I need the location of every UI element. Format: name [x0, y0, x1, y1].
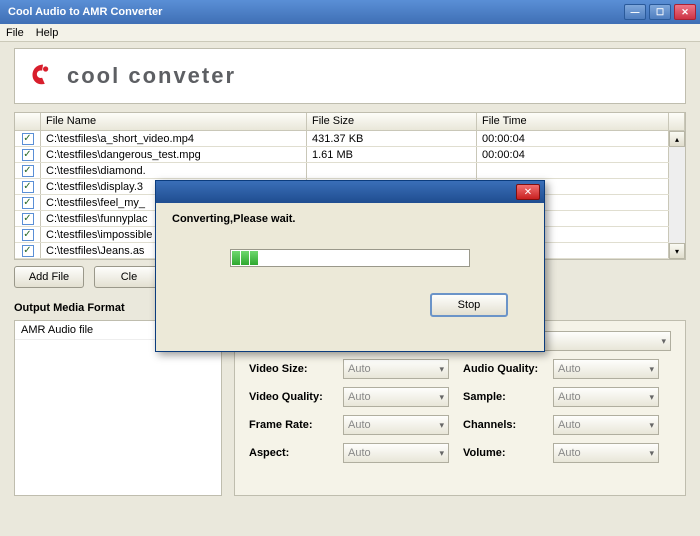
cell-filename: C:\testfiles\dangerous_test.mpg [41, 147, 307, 162]
aspect-select[interactable]: Auto▾ [343, 443, 449, 463]
minimize-button[interactable]: — [624, 4, 646, 20]
cell-filename: C:\testfiles\diamond. [41, 163, 307, 178]
menu-file[interactable]: File [6, 27, 24, 39]
cell-filetime [477, 163, 669, 178]
row-checkbox[interactable]: ✓ [22, 165, 34, 177]
brand-banner: cool conveter [14, 48, 686, 104]
chevron-down-icon: ▾ [661, 336, 666, 347]
progress-dialog: ✕ Converting,Please wait. Stop [155, 180, 545, 352]
row-checkbox[interactable]: ✓ [22, 149, 34, 161]
col-checkbox[interactable] [15, 113, 41, 130]
video-quality-select[interactable]: Auto▾ [343, 387, 449, 407]
progress-segment [232, 251, 240, 265]
chevron-down-icon: ▾ [439, 364, 444, 375]
app-title: Cool Audio to AMR Converter [4, 6, 624, 18]
vertical-scrollbar[interactable]: ▴ ▾ [669, 131, 685, 259]
cell-filesize: 431.37 KB [307, 131, 477, 146]
cell-filesize [307, 163, 477, 178]
chevron-down-icon: ▾ [649, 364, 654, 375]
dialog-titlebar: ✕ [156, 181, 544, 203]
table-header: File Name File Size File Time [15, 113, 685, 131]
row-checkbox[interactable]: ✓ [22, 245, 34, 257]
stop-button[interactable]: Stop [430, 293, 508, 317]
menu-help[interactable]: Help [36, 27, 59, 39]
volume-select[interactable]: Auto▾ [553, 443, 659, 463]
channels-select[interactable]: Auto▾ [553, 415, 659, 435]
add-file-button[interactable]: Add File [14, 266, 84, 288]
col-filetime[interactable]: File Time [477, 113, 669, 130]
audio-quality-select[interactable]: Auto▾ [553, 359, 659, 379]
progress-segment [250, 251, 258, 265]
volume-label: Volume: [463, 447, 545, 459]
chevron-down-icon: ▾ [439, 448, 444, 459]
cell-filetime: 00:00:04 [477, 147, 669, 162]
video-quality-label: Video Quality: [249, 391, 335, 403]
chevron-down-icon: ▾ [649, 392, 654, 403]
dialog-message: Converting,Please wait. [172, 213, 528, 225]
progress-segment [241, 251, 249, 265]
row-checkbox[interactable]: ✓ [22, 229, 34, 241]
frame-rate-label: Frame Rate: [249, 419, 335, 431]
table-row[interactable]: ✓ C:\testfiles\diamond. [15, 163, 669, 179]
frame-rate-select[interactable]: Auto▾ [343, 415, 449, 435]
cell-filesize: 1.61 MB [307, 147, 477, 162]
audio-quality-label: Audio Quality: [463, 363, 545, 375]
row-checkbox[interactable]: ✓ [22, 133, 34, 145]
table-row[interactable]: ✓ C:\testfiles\a_short_video.mp4431.37 KB… [15, 131, 669, 147]
chevron-down-icon: ▾ [649, 448, 654, 459]
cell-filename: C:\testfiles\a_short_video.mp4 [41, 131, 307, 146]
col-filesize[interactable]: File Size [307, 113, 477, 130]
dialog-close-button[interactable]: ✕ [516, 184, 540, 200]
scroll-up-icon[interactable]: ▴ [669, 131, 685, 147]
brand-text: cool conveter [67, 63, 236, 89]
video-size-select[interactable]: Auto▾ [343, 359, 449, 379]
row-checkbox[interactable]: ✓ [22, 197, 34, 209]
progress-bar [230, 249, 470, 267]
cell-filetime: 00:00:04 [477, 131, 669, 146]
scroll-down-icon[interactable]: ▾ [669, 243, 685, 259]
chevron-down-icon: ▾ [439, 392, 444, 403]
logo-icon [29, 62, 57, 90]
close-button[interactable]: ✕ [674, 4, 696, 20]
chevron-down-icon: ▾ [649, 420, 654, 431]
channels-label: Channels: [463, 419, 545, 431]
sample-label: Sample: [463, 391, 545, 403]
menubar: File Help [0, 24, 700, 42]
col-filename[interactable]: File Name [41, 113, 307, 130]
window-controls: — ☐ ✕ [624, 4, 696, 20]
maximize-button[interactable]: ☐ [649, 4, 671, 20]
aspect-label: Aspect: [249, 447, 335, 459]
row-checkbox[interactable]: ✓ [22, 213, 34, 225]
col-scrollbar-head [669, 113, 685, 130]
clear-button[interactable]: Cle [94, 266, 164, 288]
video-size-label: Video Size: [249, 363, 335, 375]
row-checkbox[interactable]: ✓ [22, 181, 34, 193]
table-row[interactable]: ✓ C:\testfiles\dangerous_test.mpg1.61 MB0… [15, 147, 669, 163]
sample-select[interactable]: Auto▾ [553, 387, 659, 407]
chevron-down-icon: ▾ [439, 420, 444, 431]
titlebar: Cool Audio to AMR Converter — ☐ ✕ [0, 0, 700, 24]
